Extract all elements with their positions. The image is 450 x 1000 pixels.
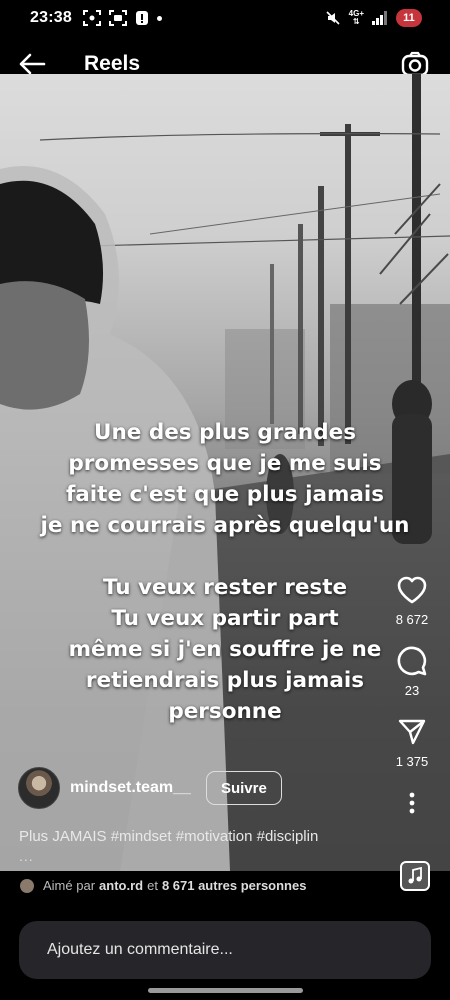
notification-dot (157, 15, 162, 21)
comment-button[interactable] (392, 641, 432, 681)
overlay-line: même si j'en souffre je ne (68, 637, 382, 662)
liked-by-avatar (20, 878, 34, 893)
liked-by-conjunction: et (147, 878, 158, 893)
overlay-line: personne (168, 699, 282, 724)
overlay-line: Une des plus grandes (93, 420, 356, 445)
avatar[interactable] (18, 767, 60, 809)
overlay-line: faite c'est que plus jamais (65, 482, 385, 507)
more-icon (409, 792, 415, 814)
overlay-line: promesses que je me suis (68, 451, 382, 476)
battery-indicator: 11 (396, 9, 422, 27)
status-bar: 23:38 4G+ ⇅ 11 (0, 0, 450, 38)
caption-more[interactable]: ... (19, 848, 34, 864)
share-count: 1 375 (395, 754, 429, 769)
comment-icon (397, 646, 427, 676)
mute-icon (326, 11, 340, 25)
more-action (386, 783, 438, 823)
music-icon (408, 867, 422, 884)
clock: 23:38 (30, 9, 72, 26)
action-rail: 8 672 23 1 375 (386, 570, 438, 823)
overlay-line: Tu veux partir part (111, 606, 339, 631)
like-action: 8 672 (386, 570, 438, 627)
comment-action: 23 (386, 641, 438, 698)
status-icons-left (83, 9, 162, 27)
reel-caption[interactable]: Plus JAMAIS #mindset #motivation #discip… (19, 828, 318, 845)
network-type: 4G+ ⇅ (348, 9, 364, 26)
signal-icon (372, 11, 387, 25)
share-action: 1 375 (386, 712, 438, 769)
more-button[interactable] (392, 783, 432, 823)
follow-button[interactable]: Suivre (205, 771, 282, 805)
scan-icon (109, 10, 127, 26)
reel-overlay-text: Une des plus grandes promesses que je me… (0, 417, 450, 727)
share-button[interactable] (392, 712, 432, 752)
like-count: 8 672 (395, 612, 429, 627)
comment-count: 23 (404, 683, 420, 698)
send-icon (398, 719, 426, 745)
overlay-line: je ne courrais après quelqu'un (40, 513, 410, 538)
like-button[interactable] (392, 570, 432, 610)
liked-by[interactable]: Aimé par anto.rd et 8 671 autres personn… (20, 878, 310, 893)
alert-icon (136, 11, 148, 25)
overlay-line: retiendrais plus jamais (85, 668, 365, 693)
back-arrow-icon (19, 53, 46, 75)
status-icons-right: 4G+ ⇅ 11 (325, 8, 422, 28)
audio-button[interactable] (400, 861, 430, 891)
liked-by-user[interactable]: anto.rd (99, 878, 143, 893)
liked-by-others[interactable]: 8 671 autres personnes (162, 878, 307, 893)
liked-by-prefix: Aimé par (43, 878, 96, 893)
comment-input[interactable]: Ajoutez un commentaire... (19, 921, 431, 979)
overlay-spacer (0, 541, 450, 572)
overlay-line: Tu veux rester reste (102, 575, 348, 600)
screen-capture-icon (83, 10, 101, 26)
author-username[interactable]: mindset.team__ (70, 779, 191, 797)
reel-video[interactable]: Une des plus grandes promesses que je me… (0, 74, 450, 871)
page-title: Reels (84, 52, 141, 75)
author-row: mindset.team__ Suivre (18, 767, 282, 809)
heart-icon (397, 576, 427, 604)
home-indicator[interactable] (148, 988, 303, 993)
